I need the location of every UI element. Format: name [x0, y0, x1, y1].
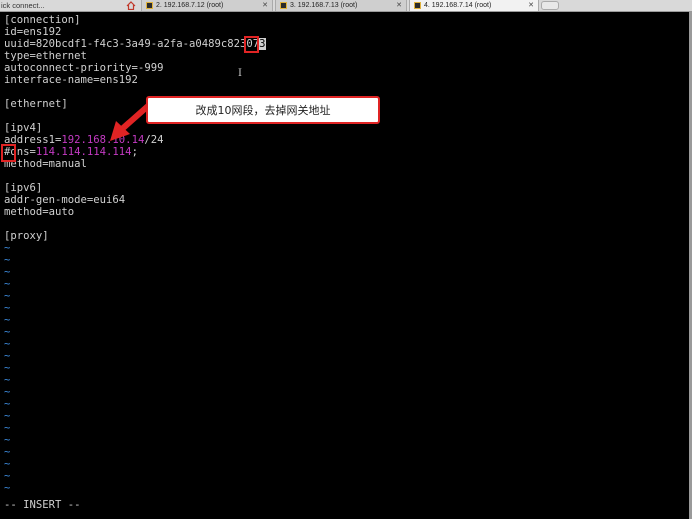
- quick-connect[interactable]: ick connect...: [0, 0, 45, 11]
- tilde-line: ~: [4, 434, 11, 446]
- tab-label: 3. 192.168.7.13 (root): [290, 2, 358, 9]
- tab-session-4[interactable]: 4. 192.168.7.14 (root) ✕: [409, 0, 539, 11]
- dns-semicolon: ;: [131, 146, 138, 158]
- home-icon[interactable]: [124, 0, 138, 11]
- tilde-line: ~: [4, 410, 11, 422]
- line-id: id=ens192: [4, 26, 62, 38]
- tilde-line: ~: [4, 398, 11, 410]
- vim-mode-status: -- INSERT --: [4, 499, 81, 511]
- tilde-line: ~: [4, 338, 11, 350]
- tilde-line: ~: [4, 290, 11, 302]
- dns-comment-highlight-box: [1, 144, 16, 162]
- line-ipv4-header: [ipv4]: [4, 122, 43, 134]
- tilde-line: ~: [4, 266, 11, 278]
- line-uuid: uuid=820bcdf1-f4c3-3a49-a2fa-a0489c82307…: [4, 38, 266, 50]
- tilde-line: ~: [4, 326, 11, 338]
- tilde-line: ~: [4, 350, 11, 362]
- line-proxy-header: [proxy]: [4, 230, 49, 242]
- terminal-icon: [414, 2, 421, 9]
- tilde-line: ~: [4, 446, 11, 458]
- annotation-callout: 改成10网段，去掉网关地址: [146, 96, 380, 124]
- close-icon[interactable]: ✕: [396, 0, 402, 11]
- tilde-line: ~: [4, 386, 11, 398]
- tab-bar: ick connect... 2. 192.168.7.12 (root) ✕ …: [0, 0, 692, 12]
- terminal-icon: [280, 2, 287, 9]
- tab-session-3[interactable]: 3. 192.168.7.13 (root) ✕: [275, 0, 407, 11]
- tilde-line: ~: [4, 482, 11, 494]
- line-connection-header: [connection]: [4, 14, 81, 26]
- tilde-line: ~: [4, 242, 11, 254]
- close-icon[interactable]: ✕: [528, 0, 534, 11]
- new-tab-button[interactable]: [541, 1, 559, 10]
- uuid-highlight-box: [244, 36, 259, 53]
- tab-label: 4. 192.168.7.14 (root): [424, 2, 492, 9]
- line-dns: #dns=114.114.114.114;: [4, 146, 138, 158]
- line-addr-gen-mode: addr-gen-mode=eui64: [4, 194, 126, 206]
- line-autoconnect-priority: autoconnect-priority=-999: [4, 62, 164, 74]
- tilde-line: ~: [4, 458, 11, 470]
- tab-session-2[interactable]: 2. 192.168.7.12 (root) ✕: [141, 0, 273, 11]
- terminal-icon: [146, 2, 153, 9]
- line-ipv4-method: method=manual: [4, 158, 87, 170]
- tab-label: 2. 192.168.7.12 (root): [156, 2, 224, 9]
- line-ipv6-header: [ipv6]: [4, 182, 43, 194]
- line-interface-name: interface-name=ens192: [4, 74, 138, 86]
- close-icon[interactable]: ✕: [262, 0, 268, 11]
- tilde-line: ~: [4, 470, 11, 482]
- line-type: type=ethernet: [4, 50, 87, 62]
- line-ethernet-header: [ethernet]: [4, 98, 68, 110]
- tilde-line: ~: [4, 362, 11, 374]
- text-cursor: 3: [259, 38, 266, 50]
- terminal-pane[interactable]: [connection] id=ens192 uuid=820bcdf1-f4c…: [0, 12, 692, 519]
- tilde-line: ~: [4, 278, 11, 290]
- tilde-line: ~: [4, 302, 11, 314]
- mouse-ibeam-icon: I: [238, 68, 242, 79]
- line-ipv6-method: method=auto: [4, 206, 75, 218]
- tilde-line: ~: [4, 314, 11, 326]
- tilde-line: ~: [4, 422, 11, 434]
- tilde-line: ~: [4, 254, 11, 266]
- uuid-text: uuid=820bcdf1-f4c3-3a49-a2fa-a0489c82307: [4, 38, 260, 50]
- dns-ip: 114.114.114.114: [35, 146, 132, 158]
- tilde-line: ~: [4, 374, 11, 386]
